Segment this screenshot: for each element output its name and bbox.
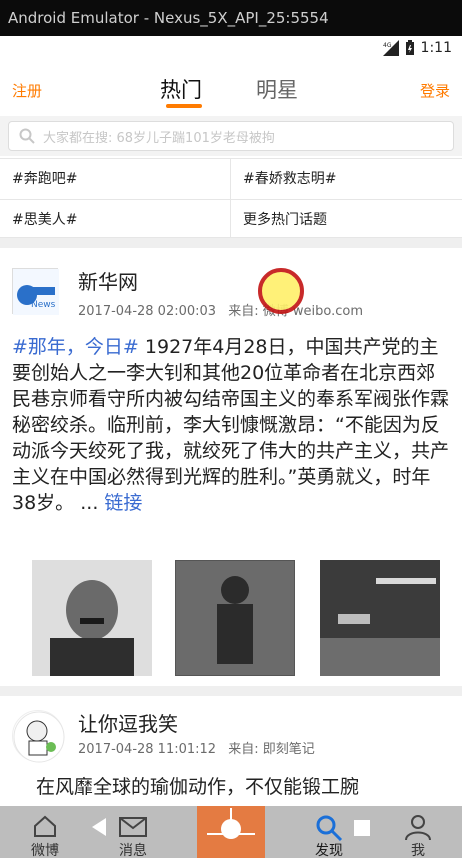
nav-me[interactable]: 我	[383, 806, 453, 858]
svg-text:4G: 4G	[383, 42, 392, 49]
post-body: 1927年4月28日，中国共产党的主要创始人之一李大钊和其他20位革命者在北京西…	[12, 336, 450, 514]
nav-weibo-label: 微博	[31, 843, 59, 858]
post-author[interactable]: 让你逗我笑	[78, 708, 178, 737]
post-meta: 2017-04-28 11:01:12 来自: 即刻笔记	[78, 738, 315, 757]
post-time: 2017-04-28 11:01:12	[78, 742, 217, 757]
topic-item[interactable]: #奔跑吧#	[0, 159, 231, 199]
status-time: 1:11	[420, 40, 452, 56]
nav-discover-label: 发现	[315, 843, 343, 858]
more-topics-link[interactable]: 更多热门话题	[231, 199, 462, 239]
post-meta: 2017-04-28 02:00:03 来自: 微博 weibo.com	[78, 300, 363, 319]
post-text: #那年，今日# 1927年4月28日，中国共产党的主要创始人之一李大钊和其他20…	[12, 334, 452, 516]
tab-hot[interactable]: 热门	[160, 74, 202, 104]
android-home-icon[interactable]	[221, 819, 241, 839]
search-icon	[19, 128, 35, 144]
nav-messages-label: 消息	[119, 843, 147, 858]
cartoon-avatar-icon	[13, 711, 65, 763]
signal-icon: 4G	[382, 40, 399, 56]
post-link[interactable]: 链接	[104, 492, 142, 514]
post-time: 2017-04-28 02:00:03	[78, 304, 217, 319]
nav-weibo[interactable]: 微博	[10, 806, 80, 858]
android-recents-icon[interactable]	[354, 820, 370, 836]
nav-me-label: 我	[411, 843, 425, 858]
svg-text:News: News	[31, 300, 56, 310]
feed-post[interactable]: 让你逗我笑 2017-04-28 11:01:12 来自: 即刻笔记 在风靡全球…	[0, 696, 462, 806]
home-icon	[34, 815, 56, 837]
search-bar: 大家都在搜: 68岁儿子踹101岁老母被拘	[0, 116, 462, 156]
status-bar: 4G 1:11	[0, 36, 462, 64]
search-input[interactable]: 大家都在搜: 68岁儿子踹101岁老母被拘	[8, 121, 454, 151]
post-photo[interactable]	[174, 559, 296, 677]
status-right: 4G 1:11	[382, 40, 452, 56]
window-title: Android Emulator - Nexus_5X_API_25:5554	[0, 0, 462, 36]
tab-star[interactable]: 明星	[256, 74, 298, 104]
post-photo[interactable]	[32, 560, 152, 676]
avatar[interactable]	[12, 710, 65, 763]
section-separator	[0, 238, 462, 248]
post-ellipsis: ...	[80, 492, 99, 514]
user-icon	[405, 815, 431, 840]
login-link[interactable]: 登录	[420, 80, 450, 101]
touch-indicator-icon	[258, 268, 304, 314]
topic-item[interactable]: #春娇救志明#	[231, 159, 462, 199]
tab-underline	[166, 104, 202, 108]
search-placeholder: 大家都在搜: 68岁儿子踹101岁老母被拘	[43, 130, 275, 146]
hot-topics: #奔跑吧# #春娇救志明# #思美人# 更多热门话题	[0, 158, 462, 239]
message-icon	[119, 817, 147, 837]
android-back-icon[interactable]	[92, 818, 106, 836]
post-photos	[12, 559, 452, 680]
nav-messages[interactable]: 消息	[98, 806, 168, 858]
xinhua-logo-icon: News	[13, 269, 59, 315]
post-hashtag[interactable]: #那年，今日#	[12, 336, 139, 358]
top-header: 注册 热门 明星 登录	[0, 64, 462, 116]
section-separator	[0, 686, 462, 696]
discover-search-icon	[316, 815, 343, 842]
avatar[interactable]: News	[12, 268, 59, 315]
register-link[interactable]: 注册	[12, 80, 42, 101]
feed-post[interactable]: News 新华网 2017-04-28 02:00:03 来自: 微博 weib…	[0, 248, 462, 688]
post-author[interactable]: 新华网	[78, 266, 138, 295]
post-photo[interactable]	[320, 560, 440, 676]
topic-item[interactable]: #思美人#	[0, 199, 231, 239]
post-text: 在风靡全球的瑜伽动作，不仅能锻工腕	[36, 776, 360, 798]
app-screen: Android Emulator - Nexus_5X_API_25:5554 …	[0, 0, 462, 858]
post-source: 来自: 即刻笔记	[228, 742, 315, 757]
battery-icon	[405, 40, 415, 56]
